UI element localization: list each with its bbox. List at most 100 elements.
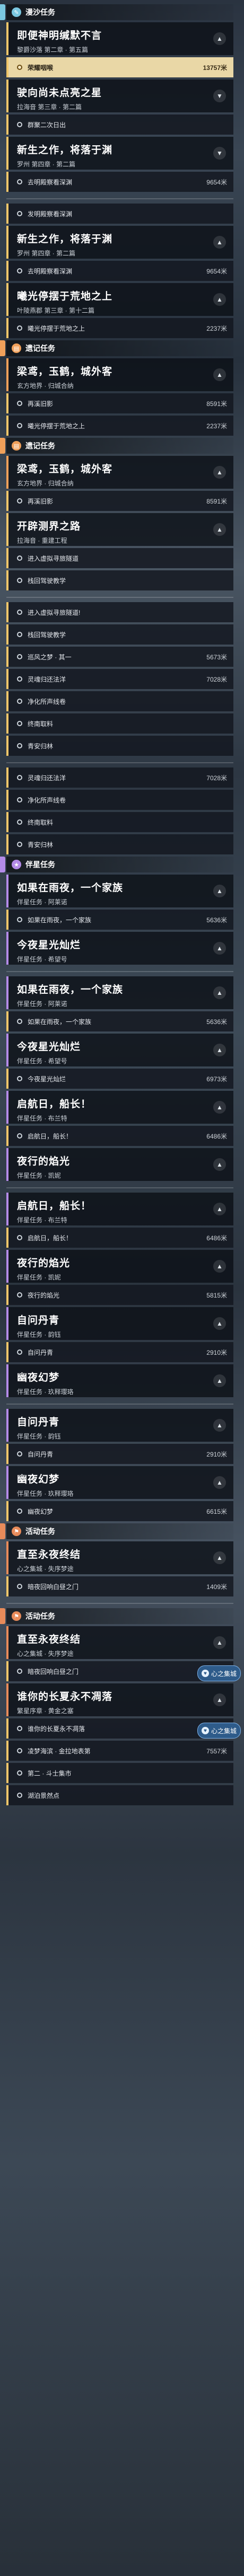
quest-step-row[interactable]: 终南取料 bbox=[6, 713, 233, 734]
quest-step-row[interactable]: 荣耀咽喉 13757米 bbox=[6, 57, 233, 77]
quest-step-row[interactable]: 净化所声线卷 bbox=[6, 790, 233, 810]
quest-card[interactable]: 启航日，船长！ 伴星任务 · 布兰特 ▲ bbox=[6, 1193, 233, 1225]
waypoint-dot-icon bbox=[17, 498, 22, 504]
flag-icon: ⚑ bbox=[12, 1527, 21, 1536]
quest-step-row[interactable]: 巡风之梦 · 其一 5673米 bbox=[6, 647, 233, 667]
quest-card[interactable]: 幽夜幻梦 伴星任务 · 玖释璎珞 ▲ bbox=[6, 1364, 233, 1397]
section-header[interactable]: ▤ 遗记任务 bbox=[6, 438, 233, 454]
quest-step-row[interactable]: 去明殿察看深渊 9654米 bbox=[6, 261, 233, 281]
chevron-up-icon[interactable]: ▲ bbox=[213, 986, 226, 999]
quest-step-row[interactable]: 灵魂归还法洋 7028米 bbox=[6, 669, 233, 689]
quest-step-row[interactable]: 再溪旧影 8591米 bbox=[6, 491, 233, 511]
quest-step-row[interactable]: 净化所声线卷 bbox=[6, 691, 233, 711]
chevron-up-icon[interactable]: ▲ bbox=[213, 293, 226, 306]
chevron-up-icon[interactable]: ▲ bbox=[213, 1374, 226, 1387]
chevron-up-icon[interactable]: ▲ bbox=[213, 1044, 226, 1056]
chevron-up-icon[interactable]: ▲ bbox=[213, 1551, 226, 1564]
quest-subtitle: 伴星任务 · 玖释璎珞 bbox=[17, 1490, 74, 1497]
quest-step-row[interactable]: 如果在雨夜，一个家族 5636米 bbox=[6, 910, 233, 930]
quest-step-row[interactable]: 青安归林 bbox=[6, 736, 233, 756]
chevron-up-icon[interactable]: ▲ bbox=[213, 1317, 226, 1330]
chevron-up-icon[interactable]: ▲ bbox=[213, 1260, 226, 1273]
quest-card[interactable]: 曦光停摆于荒地之上 叶陵燕郡 第三章 · 第十二篇 ▲ bbox=[6, 283, 233, 316]
quest-step-row[interactable]: 曦光停摆于荒地之上 2237米 bbox=[6, 318, 233, 338]
chevron-up-icon[interactable]: ▲ bbox=[213, 236, 226, 249]
quest-card[interactable]: 启航日，船长！ 伴星任务 · 布兰特 ▲ bbox=[6, 1091, 233, 1124]
chevron-up-icon[interactable]: ▲ bbox=[213, 466, 226, 479]
quest-step-row[interactable]: 进入虚拟寻旅隧道! bbox=[6, 602, 233, 622]
quest-card[interactable]: 谁你的长夏永不凋落 繁星序章 · 黄金之塞 ▲ bbox=[6, 1683, 233, 1716]
quest-step-row[interactable]: 凌梦海滨 · 金拉地表第 7557米 bbox=[6, 1741, 233, 1761]
chevron-up-icon[interactable]: ▲ bbox=[213, 32, 226, 45]
quest-step-row[interactable]: 群聚二次日出 bbox=[6, 114, 233, 135]
waypoint-dot-icon bbox=[17, 775, 22, 780]
quest-step-row[interactable]: 灵魂归还法洋 7028米 bbox=[6, 767, 233, 788]
quest-step-row[interactable]: 自问丹青 2910米 bbox=[6, 1342, 233, 1362]
quest-card[interactable]: 梁鸢，玉鹤，城外客 玄方地界 · 归城合纳 ▲ bbox=[6, 456, 233, 489]
chevron-up-icon[interactable]: ▲ bbox=[213, 1158, 226, 1171]
section-header[interactable]: ⚑ 活动任务 bbox=[6, 1523, 233, 1539]
quest-card[interactable]: 梁鸢，玉鹤，城外客 玄方地界 · 归城合纳 ▲ bbox=[6, 358, 233, 391]
quest-step-row[interactable]: 自问丹青 2910米 bbox=[6, 1444, 233, 1464]
chevron-up-icon[interactable]: ▲ bbox=[213, 1203, 226, 1215]
chevron-up-icon[interactable]: ▲ bbox=[213, 1476, 226, 1489]
quest-card[interactable]: 直至永夜终结 心之集城 · 失序梦途 ▲ bbox=[6, 1626, 233, 1659]
quest-card[interactable]: 新生之作，将落于渊 罗州 第四章 · 第二篇 ▼ bbox=[6, 137, 233, 170]
quest-step-row[interactable]: 栈回驾驶教学 bbox=[6, 570, 233, 590]
chevron-up-icon[interactable]: ▲ bbox=[213, 885, 226, 897]
quest-step-row[interactable]: 终南取料 bbox=[6, 812, 233, 832]
quest-step-row[interactable]: 发明殿察看深渊 bbox=[6, 204, 233, 224]
quest-card[interactable]: 自问丹青 伴星任务 · 韵钰 ▲ bbox=[6, 1409, 233, 1442]
quest-step-row[interactable]: 青安归林 bbox=[6, 834, 233, 854]
region-badge[interactable]: ♥ 心之集城 bbox=[197, 1723, 241, 1739]
quest-card[interactable]: 直至永夜终结 心之集城 · 失序梦途 ▲ bbox=[6, 1541, 233, 1574]
quest-step-row[interactable]: 启航日，船长！ 6486米 bbox=[6, 1126, 233, 1146]
quest-card[interactable]: 夜行的焰光 伴星任务 · 凯妮 ▲ bbox=[6, 1148, 233, 1181]
quest-step-row[interactable]: 启航日，船长！ 6486米 bbox=[6, 1228, 233, 1248]
chevron-up-icon[interactable]: ▲ bbox=[213, 368, 226, 381]
quest-card[interactable]: 今夜星光灿烂 伴星任务 · 希望号 ▲ bbox=[6, 932, 233, 965]
section-header[interactable]: ⚑ 活动任务 bbox=[6, 1608, 233, 1624]
quest-card[interactable]: 夜行的焰光 伴星任务 · 凯妮 ▲ bbox=[6, 1250, 233, 1283]
quest-step-row[interactable]: 夜行的焰光 5815米 bbox=[6, 1285, 233, 1305]
quest-card[interactable]: 开辟测界之路 拉海音 · 重建工程 ▲ bbox=[6, 513, 233, 546]
quest-card[interactable]: 驶向尚未点亮之星 拉海音 第三章 · 第二篇 ▼ bbox=[6, 80, 233, 112]
section-header[interactable]: ✎ 漫沙任务 bbox=[6, 4, 233, 20]
quest-step-row[interactable]: 湖泊景然点 bbox=[6, 1785, 233, 1805]
region-badge[interactable]: ♥ 心之集城 bbox=[197, 1665, 241, 1681]
section-label: 遗记任务 bbox=[25, 442, 55, 450]
quest-step-row[interactable]: 进入虚拟寻旅隧道 bbox=[6, 548, 233, 568]
quest-step-row[interactable]: 暗夜回响白昼之门 1409米 bbox=[6, 1576, 233, 1596]
waypoint-dot-icon bbox=[17, 211, 22, 216]
quest-step-row[interactable]: 再溪旧影 8591米 bbox=[6, 393, 233, 413]
quest-step-row[interactable]: 去明殿察看深渊 9654米 bbox=[6, 172, 233, 192]
quest-subtitle: 心之集城 · 失序梦途 bbox=[17, 1565, 74, 1573]
quest-step-row[interactable]: 如果在雨夜，一个家族 5636米 bbox=[6, 1011, 233, 1031]
step-label: 去明殿察看深渊 bbox=[28, 178, 73, 186]
quest-step-row[interactable]: 栈回驾驶教学 bbox=[6, 624, 233, 645]
section-divider bbox=[6, 762, 233, 763]
chevron-down-icon[interactable]: ▼ bbox=[213, 90, 226, 102]
chevron-up-icon[interactable]: ▲ bbox=[213, 1419, 226, 1432]
quest-card[interactable]: 新生之作，将落于渊 罗州 第四章 · 第二篇 ▲ bbox=[6, 226, 233, 259]
section-header[interactable]: ★ 伴星任务 bbox=[6, 857, 233, 872]
section-label: 遗记任务 bbox=[25, 344, 55, 352]
quest-subtitle: 心之集城 · 失序梦途 bbox=[17, 1650, 74, 1657]
quest-step-row[interactable]: 今夜星光灿烂 6973米 bbox=[6, 1069, 233, 1089]
quest-card[interactable]: 如果在雨夜，一个家族 伴星任务 · 阿莱诺 ▲ bbox=[6, 875, 233, 907]
chevron-down-icon[interactable]: ▼ bbox=[213, 147, 226, 160]
quest-card[interactable]: 即便神明缄默不言 黎爵沙落 第二章 · 第五篇 ▲ bbox=[6, 22, 233, 55]
quest-card[interactable]: 如果在雨夜，一个家族 伴星任务 · 阿莱诺 ▲ bbox=[6, 976, 233, 1009]
chevron-up-icon[interactable]: ▲ bbox=[213, 942, 226, 955]
quest-step-row[interactable]: 幽夜幻梦 6615米 bbox=[6, 1501, 233, 1521]
quest-card[interactable]: 今夜星光灿烂 伴星任务 · 希望号 ▲ bbox=[6, 1034, 233, 1066]
quest-step-row[interactable]: 曦光停摆于荒地之上 2237米 bbox=[6, 416, 233, 436]
quest-card[interactable]: 自问丹青 伴星任务 · 韵钰 ▲ bbox=[6, 1307, 233, 1340]
quest-card[interactable]: 幽夜幻梦 伴星任务 · 玖释璎珞 ▲ bbox=[6, 1466, 233, 1499]
chevron-up-icon[interactable]: ▲ bbox=[213, 1636, 226, 1649]
chevron-up-icon[interactable]: ▲ bbox=[213, 523, 226, 536]
chevron-up-icon[interactable]: ▲ bbox=[213, 1101, 226, 1114]
quest-step-row[interactable]: 第二 · 斗士集市 bbox=[6, 1763, 233, 1783]
section-header[interactable]: ▤ 遗记任务 bbox=[6, 340, 233, 356]
chevron-up-icon[interactable]: ▲ bbox=[213, 1693, 226, 1706]
